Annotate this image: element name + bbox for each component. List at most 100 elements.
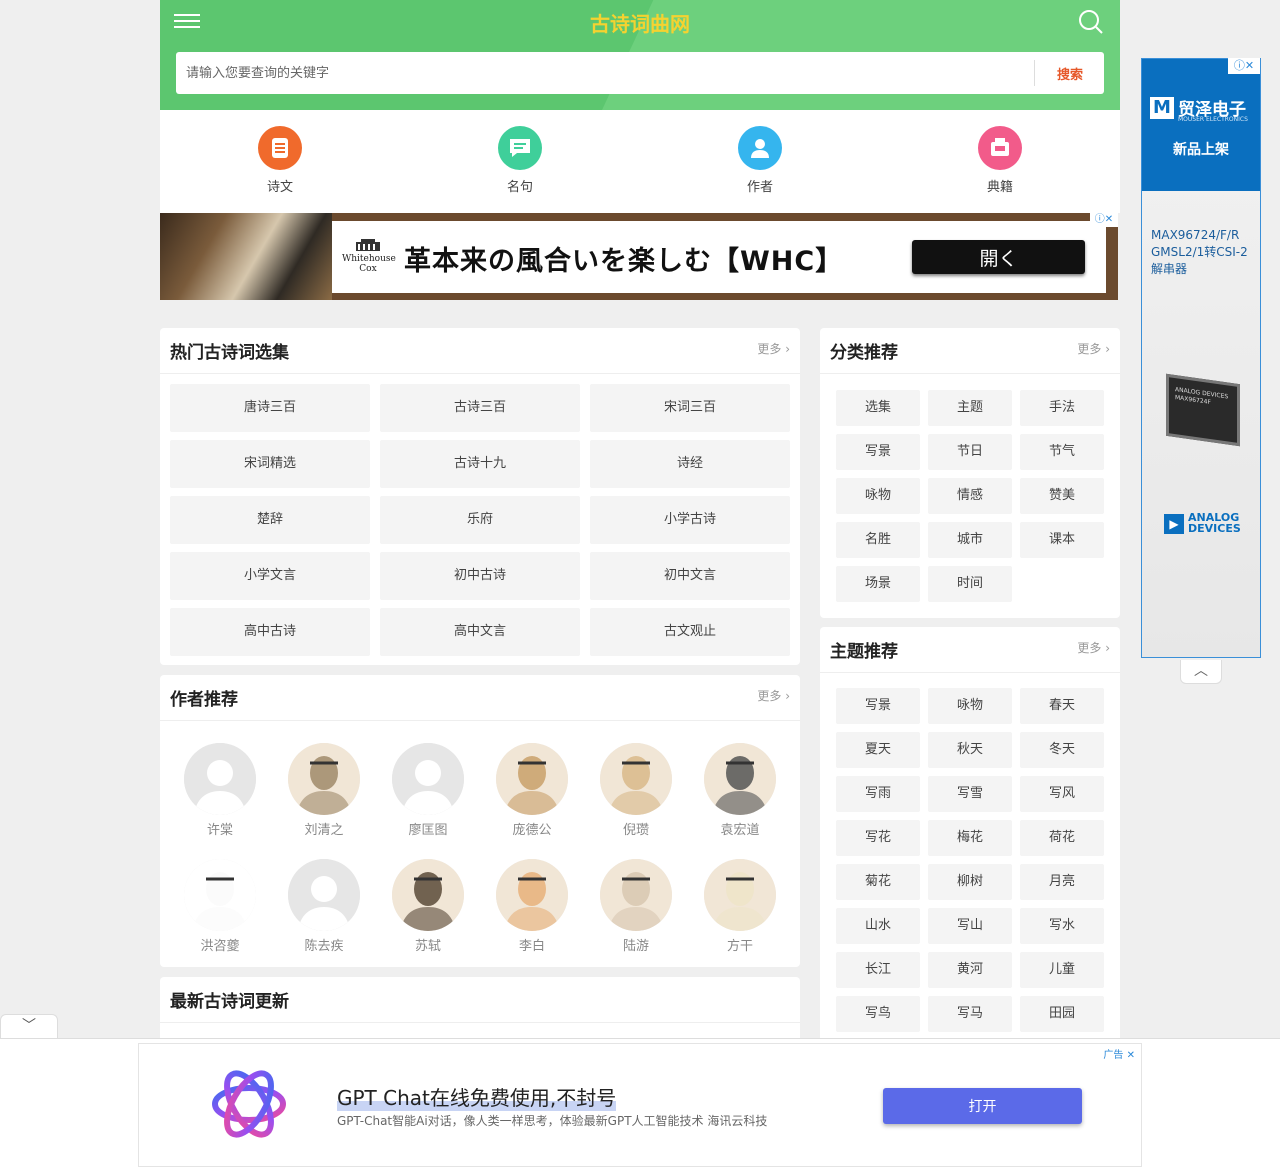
category-button[interactable]: 写景: [836, 434, 920, 470]
category-button[interactable]: 主题: [928, 390, 1012, 426]
chevron-down-icon[interactable]: ﹀: [0, 1014, 58, 1040]
anthology-button[interactable]: 小学古诗: [590, 496, 790, 544]
more-link[interactable]: 更多 ›: [1077, 639, 1110, 656]
bottom-ad[interactable]: GPT Chat在线免费使用,不封号 GPT-Chat智能Ai对话，像人类一样思…: [138, 1043, 1142, 1167]
anthology-button[interactable]: 初中文言: [590, 552, 790, 600]
ad-open-button[interactable]: 開く: [912, 240, 1085, 274]
anthology-button[interactable]: 宋词三百: [590, 384, 790, 432]
category-button[interactable]: 情感: [928, 478, 1012, 514]
category-button[interactable]: 名胜: [836, 522, 920, 558]
chevron-up-icon[interactable]: ︿: [1180, 660, 1222, 684]
author-item[interactable]: 陈去疾: [272, 859, 376, 954]
chevron-right-icon: ›: [785, 342, 790, 356]
theme-recommend-card: 主题推荐 更多 › 写景 咏物 春天 夏天 秋天 冬天 写雨 写雪 写风 写花 梅花 荷花 菊花 柳树 月亮…: [820, 627, 1120, 1047]
theme-button[interactable]: 写风: [1020, 776, 1104, 812]
nav-item-authors[interactable]: 作者: [700, 126, 820, 195]
author-item[interactable]: 许棠: [168, 743, 272, 838]
theme-button[interactable]: 写山: [928, 908, 1012, 944]
category-button[interactable]: 节气: [1020, 434, 1104, 470]
anthology-button[interactable]: 唐诗三百: [170, 384, 370, 432]
theme-button[interactable]: 长江: [836, 952, 920, 988]
divider: [820, 672, 1120, 673]
category-button[interactable]: 赞美: [1020, 478, 1104, 514]
category-button[interactable]: 手法: [1020, 390, 1104, 426]
author-item[interactable]: 刘清之: [272, 743, 376, 838]
chevron-right-icon: ›: [785, 689, 790, 703]
theme-button[interactable]: 写水: [1020, 908, 1104, 944]
more-link[interactable]: 更多 ›: [757, 340, 790, 357]
anthology-button[interactable]: 小学文言: [170, 552, 370, 600]
anthology-button[interactable]: 古诗三百: [380, 384, 580, 432]
ad-close-icon[interactable]: ⓘ✕: [1228, 58, 1260, 74]
category-button[interactable]: 节日: [928, 434, 1012, 470]
category-button[interactable]: 时间: [928, 566, 1012, 602]
anthology-button[interactable]: 初中古诗: [380, 552, 580, 600]
adchoices-icon[interactable]: ⓘ✕: [1090, 213, 1118, 227]
author-item[interactable]: 苏轼: [376, 859, 480, 954]
author-item[interactable]: 陆游: [584, 859, 688, 954]
author-item[interactable]: 方干: [688, 859, 792, 954]
anthology-button[interactable]: 诗经: [590, 440, 790, 488]
nav-item-classics[interactable]: 典籍: [940, 126, 1060, 195]
more-link[interactable]: 更多 ›: [757, 687, 790, 704]
nav-item-quotes[interactable]: 名句: [460, 126, 580, 195]
theme-button[interactable]: 写景: [836, 688, 920, 724]
theme-button[interactable]: 写花: [836, 820, 920, 856]
adi-logo-icon: ▶: [1164, 514, 1184, 534]
search-icon[interactable]: [1078, 9, 1104, 35]
nav-item-poems[interactable]: 诗文: [220, 126, 340, 195]
divider: [160, 1022, 800, 1023]
more-link[interactable]: 更多 ›: [1077, 340, 1110, 357]
anthology-button[interactable]: 高中古诗: [170, 608, 370, 656]
theme-button[interactable]: 月亮: [1020, 864, 1104, 900]
side-ad[interactable]: M 贸泽电子 MOUSER ELECTRONICS 新品上架 MAX96724/…: [1141, 58, 1261, 658]
theme-button[interactable]: 秋天: [928, 732, 1012, 768]
anthology-button[interactable]: 高中文言: [380, 608, 580, 656]
bottom-ad-open-button[interactable]: 打开: [883, 1088, 1082, 1124]
category-button[interactable]: 场景: [836, 566, 920, 602]
top-banner-ad[interactable]: Whitehouse Cox 革本来の風合いを楽しむ【WHC】 開く ⓘ✕: [160, 213, 1118, 300]
category-button[interactable]: 城市: [928, 522, 1012, 558]
theme-button[interactable]: 梅花: [928, 820, 1012, 856]
category-button[interactable]: 选集: [836, 390, 920, 426]
author-item[interactable]: 李白: [480, 859, 584, 954]
theme-button[interactable]: 荷花: [1020, 820, 1104, 856]
anthology-button[interactable]: 古文观止: [590, 608, 790, 656]
theme-button[interactable]: 写雪: [928, 776, 1012, 812]
ad-label[interactable]: 广告 ✕: [1103, 1046, 1135, 1061]
ad-photo: [160, 213, 332, 300]
anthology-button[interactable]: 宋词精选: [170, 440, 370, 488]
author-name: 袁宏道: [720, 823, 760, 838]
theme-button[interactable]: 写马: [928, 996, 1012, 1032]
theme-button[interactable]: 咏物: [928, 688, 1012, 724]
divider: [820, 373, 1120, 374]
avatar: [704, 859, 776, 931]
theme-button[interactable]: 菊花: [836, 864, 920, 900]
bottom-ad-title[interactable]: GPT Chat在线免费使用,不封号: [337, 1082, 617, 1111]
author-item[interactable]: 袁宏道: [688, 743, 792, 838]
theme-button[interactable]: 柳树: [928, 864, 1012, 900]
theme-button[interactable]: 山水: [836, 908, 920, 944]
theme-button[interactable]: 儿童: [1020, 952, 1104, 988]
author-item[interactable]: 倪瓒: [584, 743, 688, 838]
anthology-button[interactable]: 乐府: [380, 496, 580, 544]
theme-button[interactable]: 写鸟: [836, 996, 920, 1032]
site-title[interactable]: 古诗词曲网: [160, 8, 1120, 37]
theme-button[interactable]: 田园: [1020, 996, 1104, 1032]
anthology-button[interactable]: 楚辞: [170, 496, 370, 544]
category-button[interactable]: 咏物: [836, 478, 920, 514]
theme-button[interactable]: 夏天: [836, 732, 920, 768]
author-item[interactable]: 庞德公: [480, 743, 584, 838]
theme-button[interactable]: 春天: [1020, 688, 1104, 724]
theme-button[interactable]: 写雨: [836, 776, 920, 812]
theme-button[interactable]: 冬天: [1020, 732, 1104, 768]
search-input[interactable]: [186, 63, 1026, 83]
theme-button[interactable]: 黄河: [928, 952, 1012, 988]
category-button[interactable]: 课本: [1020, 522, 1104, 558]
author-item[interactable]: 廖匡图: [376, 743, 480, 838]
ad-panel: Whitehouse Cox 革本来の風合いを楽しむ【WHC】 開く: [332, 221, 1106, 293]
avatar: [392, 859, 464, 931]
author-item[interactable]: 洪咨夔: [168, 859, 272, 954]
search-button[interactable]: 搜索: [1036, 52, 1104, 94]
anthology-button[interactable]: 古诗十九: [380, 440, 580, 488]
